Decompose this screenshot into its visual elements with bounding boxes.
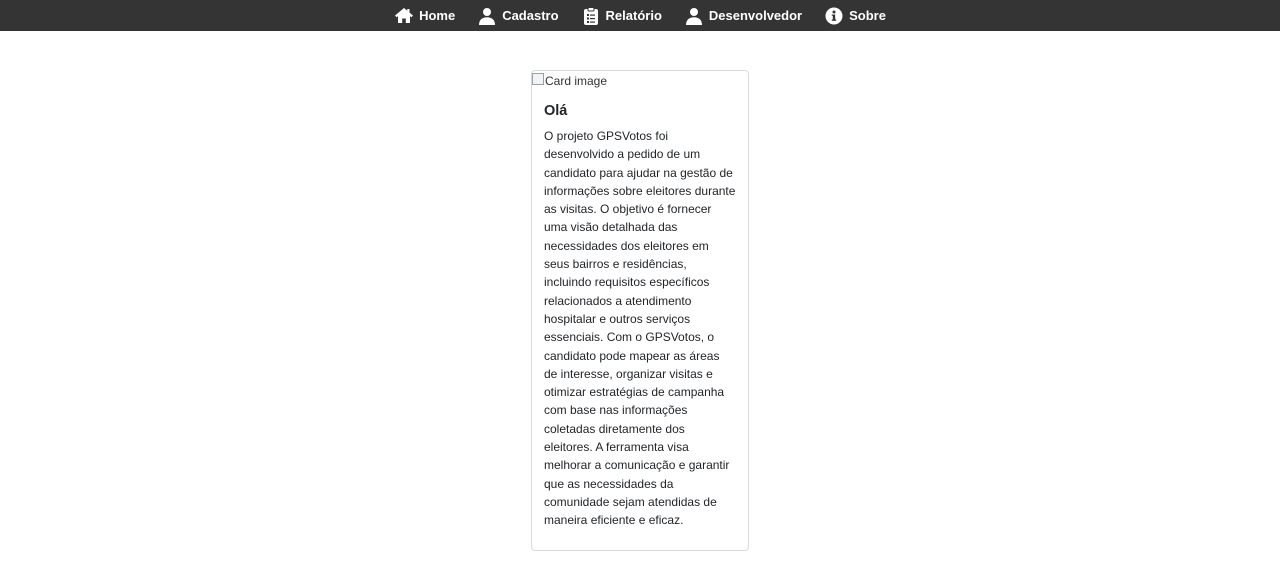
broken-image-icon [532,73,544,85]
card-title: Olá [544,103,568,119]
nav-label-relatorio: Relatório [605,8,662,23]
clipboard-icon [581,6,601,25]
about-card: Card image Olá O projeto GPSVotos foi de… [531,70,749,551]
card-body: Olá O projeto GPSVotos foi desenvolvido … [532,103,748,530]
home-icon [394,7,414,25]
top-navbar: Home Cadastro Relatório Desenvolvedor So… [0,0,1280,31]
card-image-alt: Card image [545,74,608,88]
nav-item-relatorio[interactable]: Relatório [581,6,662,25]
info-icon [824,7,844,25]
nav-item-desenvolvedor[interactable]: Desenvolvedor [684,7,802,25]
nav-label-sobre: Sobre [849,8,886,23]
card-image: Card image [532,71,748,91]
user-icon [477,7,497,25]
nav-item-sobre[interactable]: Sobre [824,7,886,25]
nav-list: Home Cadastro Relatório Desenvolvedor So… [383,6,897,25]
nav-label-desenvolvedor: Desenvolvedor [708,8,803,23]
nav-label-home: Home [419,8,456,23]
card-text: O projeto GPSVotos foi desenvolvido a pe… [544,129,736,528]
nav-item-home[interactable]: Home [394,7,455,25]
nav-label-cadastro: Cadastro [502,8,559,23]
user-icon [684,7,704,25]
nav-item-cadastro[interactable]: Cadastro [477,7,559,25]
